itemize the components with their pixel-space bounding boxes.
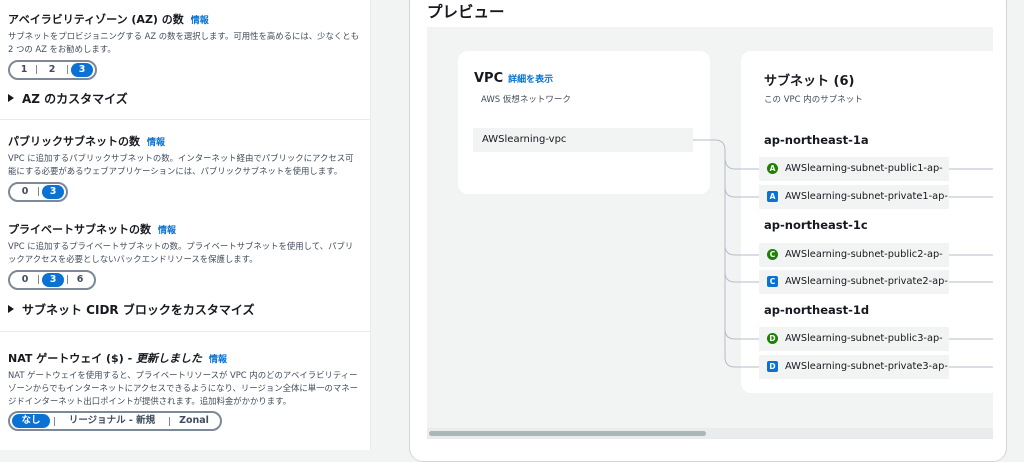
az-c-icon: C (767, 276, 778, 287)
az-a-icon: A (767, 163, 778, 174)
nat-gateway-selector[interactable]: なし リージョナル - 新規 Zonal (8, 411, 222, 432)
caret-right-icon (8, 304, 14, 313)
subnet-name: AWSlearning-subnet-private3-ap- (785, 361, 948, 372)
az-d-icon: D (767, 361, 778, 372)
connector-branch (724, 186, 759, 198)
subnet-node-private1[interactable]: A AWSlearning-subnet-private1-ap- (759, 185, 949, 209)
horizontal-scrollbar[interactable] (427, 428, 993, 439)
public-option-3[interactable]: 3 (42, 184, 64, 199)
az-count-selector[interactable]: 1 2 3 (8, 59, 97, 80)
az-group-label-1c: ap-northeast-1c (764, 218, 868, 232)
public-subnet-label: パブリックサブネットの数 (8, 135, 140, 148)
private-option-6[interactable]: 6 (68, 273, 92, 287)
connector-branch (724, 328, 759, 340)
private-subnet-label: プライベートサブネットの数 (8, 223, 151, 236)
settings-panel: アベイラビリティゾーン (AZ) の数 情報 サブネットをプロビジョニングする A… (0, 0, 371, 450)
nat-gateway-title: NAT ゲートウェイ ($) - 更新しました 情報 (8, 350, 379, 366)
private-option-3[interactable]: 3 (42, 272, 64, 287)
nat-gateway-label: NAT ゲートウェイ ($) - (8, 352, 136, 365)
az-d-icon: D (767, 333, 778, 344)
private-info-link[interactable]: 情報 (158, 226, 176, 236)
segment-separator (38, 187, 39, 197)
subnet-node-private2[interactable]: C AWSlearning-subnet-private2-ap- (759, 270, 949, 294)
connector-branch (724, 244, 759, 256)
subnet-name: AWSlearning-subnet-public1-ap- (785, 163, 943, 174)
cidr-customize-label: サブネット CIDR ブロックをカスタマイズ (22, 302, 255, 317)
az-customize-label: AZ のカスタマイズ (22, 91, 128, 106)
private-subnet-desc: VPC に追加するプライベートサブネットの数。プライベートサブネットを使用して、… (8, 241, 354, 264)
caret-right-icon (8, 93, 14, 102)
cidr-customize-expander[interactable]: サブネット CIDR ブロックをカスタマイズ (8, 301, 379, 318)
public-subnet-desc: VPC に追加するパブリックサブネットの数。インターネット経由でパブリックにアク… (8, 153, 354, 176)
public-subnet-title: パブリックサブネットの数 情報 (8, 133, 379, 149)
az-option-2[interactable]: 2 (37, 63, 67, 77)
subnet-name: AWSlearning-subnet-public3-ap- (785, 333, 943, 344)
public-info-link[interactable]: 情報 (147, 138, 165, 148)
nat-option-zonal[interactable]: Zonal (170, 414, 218, 428)
az-customize-expander[interactable]: AZ のカスタマイズ (8, 90, 379, 107)
private-option-0[interactable]: 0 (12, 273, 38, 287)
divider (0, 119, 371, 120)
az-option-1[interactable]: 1 (12, 63, 36, 77)
private-subnet-title: プライベートサブネットの数 情報 (8, 221, 379, 237)
az-group-label-1a: ap-northeast-1a (764, 133, 869, 147)
subnet-node-public2[interactable]: C AWSlearning-subnet-public2-ap- (759, 243, 949, 267)
subnet-name: AWSlearning-subnet-private2-ap- (785, 276, 948, 287)
subnet-name: AWSlearning-subnet-public2-ap- (785, 249, 943, 260)
az-c-icon: C (767, 249, 778, 260)
az-count-desc: サブネットをプロビジョニングする AZ の数を選択します。可用性を高めるには、少… (8, 31, 359, 54)
public-subnet-section: パブリックサブネットの数 情報 VPC に追加するパブリックサブネットの数。インタ… (8, 133, 379, 202)
az-count-title: アベイラビリティゾーン (AZ) の数 情報 (8, 11, 379, 27)
preview-title: プレビュー (427, 3, 505, 21)
az-a-icon: A (767, 191, 778, 202)
preview-canvas[interactable]: VPC 詳細を表示 AWS 仮想ネットワーク AWSlearning-vpc サブ… (427, 27, 993, 439)
nat-option-regional[interactable]: リージョナル - 新規 (55, 414, 169, 428)
subnet-node-public3[interactable]: D AWSlearning-subnet-public3-ap- (759, 327, 949, 351)
nat-gateway-section: NAT ゲートウェイ ($) - 更新しました 情報 NAT ゲートウェイを使用す… (8, 350, 379, 432)
az-count-section: アベイラビリティゾーン (AZ) の数 情報 サブネットをプロビジョニングする A… (8, 11, 379, 107)
connector-out (949, 168, 993, 368)
az-count-label: アベイラビリティゾーン (AZ) の数 (8, 13, 184, 26)
az-group-label-1d: ap-northeast-1d (764, 303, 870, 317)
segment-separator (67, 65, 68, 75)
az-option-3[interactable]: 3 (71, 62, 93, 77)
subnet-node-public1[interactable]: A AWSlearning-subnet-public1-ap- (759, 157, 949, 181)
subnet-node-private3[interactable]: D AWSlearning-subnet-private3-ap- (759, 355, 949, 379)
divider (0, 331, 371, 332)
az-info-link[interactable]: 情報 (191, 16, 209, 26)
scrollbar-thumb[interactable] (429, 431, 706, 436)
nat-gateway-desc: NAT ゲートウェイを使用すると、プライベートリソースが VPC 内のどのアベイ… (8, 370, 358, 406)
public-option-0[interactable]: 0 (12, 185, 38, 199)
connector-branch (724, 271, 759, 283)
nat-info-link[interactable]: 情報 (209, 355, 227, 365)
private-subnet-selector[interactable]: 0 3 6 (8, 269, 96, 290)
subnet-name: AWSlearning-subnet-private1-ap- (785, 191, 948, 202)
nat-updated-label: 更新しました (135, 352, 202, 365)
nat-option-none[interactable]: なし (12, 414, 50, 429)
segment-separator (38, 275, 39, 285)
connector-branch (724, 156, 759, 170)
public-subnet-selector[interactable]: 0 3 (8, 181, 68, 202)
private-subnet-section: プライベートサブネットの数 情報 VPC に追加するプライベートサブネットの数。プ… (8, 221, 379, 318)
